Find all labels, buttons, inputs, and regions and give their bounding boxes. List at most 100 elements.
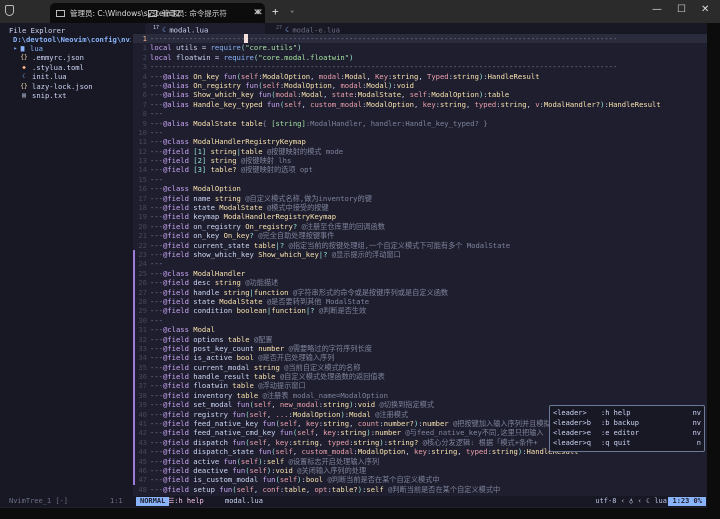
token: typed [474, 99, 497, 109]
token: @field [162, 156, 189, 166]
token: ModalOption [284, 80, 332, 90]
token: @field [162, 400, 189, 410]
tree-item[interactable]: ◆ .stylua.toml [11, 63, 93, 72]
line-number: 14 [138, 165, 147, 175]
token: --- [150, 465, 163, 475]
token: ModalHandler [193, 268, 246, 278]
line-text: ---@field floatwin table @浮动提示窗口 [150, 381, 306, 391]
which-key-item[interactable]: <leader>b:b backup nv [553, 418, 701, 428]
code-line: 30 --- [133, 315, 707, 326]
maximize-button[interactable]: ☐ [677, 4, 686, 15]
token: @field [162, 287, 189, 297]
token: @字符串形式的命令或是按键序列或是自定义函数 [292, 287, 449, 297]
line-text: ---@field active fun(self):self @设置标志开启处… [150, 456, 380, 466]
token: @注册表 modal_name=ModalOption [262, 390, 388, 400]
line-text: ---@alias Handle_key_typed fun(self, cus… [150, 99, 661, 109]
which-key-item[interactable]: <leader>:h help nv [553, 408, 701, 418]
code-line: 48 ---@field setup fun(self, conf:table, … [133, 485, 707, 494]
tab-dropdown-icon[interactable]: ⌄ [290, 6, 294, 14]
buffer-number: 17 [153, 25, 160, 31]
token: --- [150, 437, 163, 447]
text-cursor [244, 34, 249, 44]
buffer-tab-modal-lua[interactable]: 17 ☾ modal.lua [145, 23, 265, 34]
token: modal [318, 71, 341, 81]
token: On_key [223, 231, 250, 241]
line-number: 19 [138, 212, 147, 222]
tree-item-label: .stylua.toml [32, 62, 84, 72]
token: @field [162, 475, 189, 485]
json-icon: {} [20, 54, 28, 62]
tree-item[interactable]: {} .emmyrc.json [11, 53, 93, 62]
token: fun [258, 90, 272, 100]
command: :e editor [601, 429, 639, 437]
line-text: ---@class Modal [150, 325, 215, 334]
close-tab-icon[interactable]: ✕ [251, 8, 267, 18]
token: table [236, 390, 259, 400]
token: ) [517, 447, 523, 457]
which-key-item[interactable]: <leader>q:q quit n [553, 438, 701, 448]
toml-icon: ◆ [22, 63, 26, 71]
token: --- [150, 372, 163, 382]
token: self [279, 419, 298, 429]
tree-item[interactable]: ▤ snip.txt [11, 91, 93, 100]
token: ----------------------------------------… [150, 62, 618, 72]
token: { [262, 118, 272, 128]
token: |? [305, 306, 315, 316]
token: --- [150, 287, 163, 297]
close-window-button[interactable]: ✕ [701, 4, 709, 15]
explorer-buffer-name: NvimTree_1 [-] [9, 497, 69, 505]
explorer-root-path[interactable]: D:\devtool\Neovim\config\nvim [13, 35, 131, 44]
token: ModalHandlerRegistryKeymap [193, 137, 306, 147]
token: self [284, 99, 302, 109]
token: Modal [349, 409, 371, 419]
token: --- [150, 80, 163, 90]
tree-item-label: lazy-lock.json [32, 81, 93, 91]
tree-item[interactable]: ☾ init.lua [11, 72, 93, 81]
token: @field [162, 231, 189, 241]
token: @按键映射 lhs [240, 156, 292, 166]
token: fun [236, 400, 250, 410]
line-number: 21 [138, 231, 147, 241]
minimize-button[interactable]: — [652, 4, 662, 15]
code-line: 26 ---@field desc string @功能描述 [133, 278, 707, 288]
code-line: 27 ---@field handle string|function @字符串形… [133, 287, 707, 297]
token: --- [150, 127, 163, 137]
json-icon: {} [20, 82, 28, 90]
token: @判断当前是否在某个自定义模式中 [388, 484, 501, 494]
git-branch: ☰:h help [168, 497, 204, 505]
token: --- [150, 278, 163, 288]
token: ? [249, 231, 254, 241]
tree-item[interactable]: ▸ ▆ lua [11, 44, 93, 53]
keybinding: <leader>e [553, 429, 591, 437]
code-line: 6 ---@alias Show_which_key fun(modal:Moda… [133, 90, 707, 99]
token: Key [375, 71, 389, 81]
token: ) [600, 99, 605, 109]
token: --- [150, 409, 163, 419]
token: @功能描述 [245, 278, 279, 288]
token: table [284, 484, 306, 494]
token: --- [150, 362, 163, 372]
token: @class [162, 137, 189, 147]
code-line: 8 --- [133, 109, 707, 118]
tree-item-label: snip.txt [32, 90, 67, 100]
token: ModalState [219, 203, 263, 213]
tree-item[interactable]: {} lazy-lock.json [11, 81, 93, 91]
terminal-tab-cmd[interactable]: 管理员: 命令提示符 ✕ [142, 3, 267, 23]
keybinding: <leader> [553, 409, 587, 417]
buffer-tab-modal-e-lua[interactable]: 27 ☾ modal-e.lua [268, 23, 388, 34]
code-line: 35 ---@field current_modal string @当前自定义模… [133, 362, 707, 373]
line-text: ---@field deactive fun(self):void @关闭输入序… [150, 465, 367, 475]
token: ModalState [357, 90, 402, 100]
token: @field [162, 437, 189, 447]
line-number: 24 [138, 259, 147, 269]
line-text: --- [150, 128, 163, 137]
token: ) [266, 465, 272, 475]
token: new_modal [279, 400, 319, 410]
token: @是否开启处理输入序列 [258, 353, 335, 363]
token: table [253, 372, 276, 382]
token: ) [388, 80, 393, 90]
code-line: 5 ---@alias On_registry fun(self:ModalOpt… [133, 81, 707, 90]
which-key-item[interactable]: <leader>e:e editor nv [553, 428, 701, 438]
token: Show_which_key [258, 249, 319, 259]
new-tab-button[interactable]: + [272, 5, 279, 18]
